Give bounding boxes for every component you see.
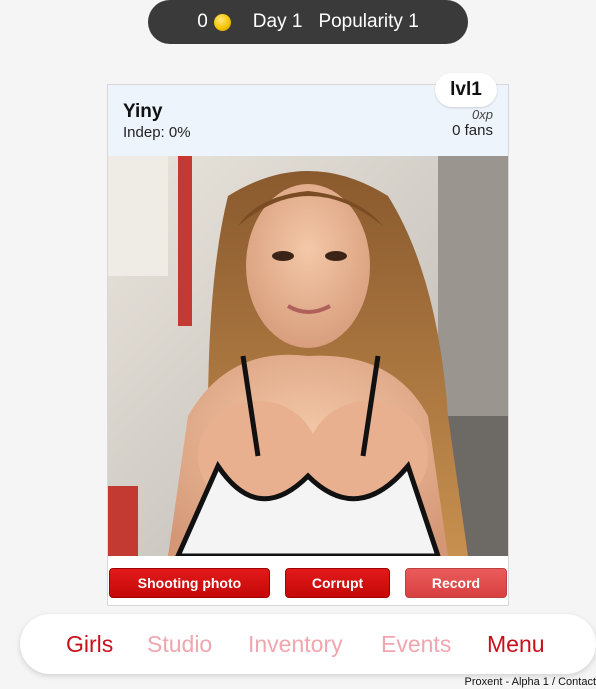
status-bar: 0 Day 1 Popularity 1 [148, 0, 468, 44]
girl-independence: Indep: 0% [123, 124, 191, 141]
bottom-nav: Girls Studio Inventory Events Menu [20, 614, 596, 674]
girl-photo[interactable] [108, 156, 508, 556]
record-button[interactable]: Record [405, 568, 507, 598]
girl-name: Yiny [123, 101, 163, 122]
girl-xp: 0xp [472, 107, 493, 122]
coin-icon [213, 13, 231, 31]
corrupt-button[interactable]: Corrupt [285, 568, 390, 598]
day-counter: Day 1 [252, 11, 303, 32]
coin-count: 0 [197, 11, 208, 32]
girl-fans: 0 fans [452, 122, 493, 139]
nav-studio[interactable]: Studio [147, 631, 212, 658]
coin-counter: 0 [197, 11, 231, 33]
girl-photo-image [108, 156, 508, 556]
nav-inventory[interactable]: Inventory [248, 631, 343, 658]
nav-girls[interactable]: Girls [66, 631, 113, 658]
popularity-counter: Popularity 1 [318, 11, 419, 32]
girl-card: Yiny Indep: 0% lvl1 0xp 0 fans Shooting … [107, 73, 509, 606]
footer-credits[interactable]: Proxent - Alpha 1 / Contact [465, 676, 596, 688]
shooting-photo-button[interactable]: Shooting photo [109, 568, 270, 598]
nav-menu[interactable]: Menu [487, 631, 545, 658]
girl-card-header: Yiny Indep: 0% lvl1 0xp 0 fans [108, 73, 508, 156]
nav-events[interactable]: Events [381, 631, 451, 658]
level-badge: lvl1 [435, 73, 497, 107]
